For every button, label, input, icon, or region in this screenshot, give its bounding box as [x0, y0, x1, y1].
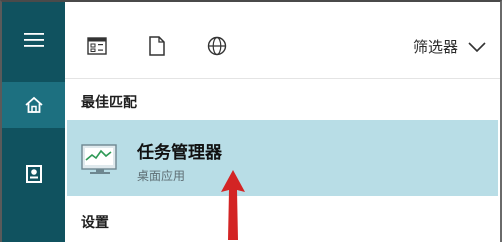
filter-label: 筛选器 [412, 38, 458, 56]
best-match-result-task-manager[interactable]: 任务管理器 桌面应用 [67, 120, 498, 196]
left-rail [2, 2, 65, 242]
documents-icon [25, 165, 42, 183]
apps-icon [87, 37, 107, 55]
rail-documents-button[interactable] [2, 154, 65, 194]
home-icon [24, 96, 43, 113]
filter-dropdown[interactable]: 筛选器 [413, 36, 486, 57]
task-manager-icon [81, 144, 117, 174]
documents-filter-button[interactable] [145, 34, 169, 58]
result-name: 任务管理器 [137, 143, 222, 163]
web-globe-icon [207, 36, 227, 56]
best-match-heading: 最佳匹配 [81, 95, 137, 111]
rail-home-button[interactable] [2, 82, 65, 128]
chevron-down-icon [468, 41, 486, 52]
hamburger-menu-icon [23, 33, 44, 47]
search-toolbar: 筛选器 [65, 2, 500, 79]
document-icon [149, 36, 165, 56]
settings-heading: 设置 [81, 215, 109, 231]
rail-menu-button[interactable] [2, 20, 65, 60]
apps-filter-button[interactable] [85, 34, 109, 58]
result-type: 桌面应用 [137, 169, 186, 183]
web-filter-button[interactable] [205, 34, 229, 58]
search-panel: 筛选器 最佳匹配 任务管理器 桌面应用 设置 [65, 2, 500, 242]
red-annotation-arrow [221, 170, 245, 240]
